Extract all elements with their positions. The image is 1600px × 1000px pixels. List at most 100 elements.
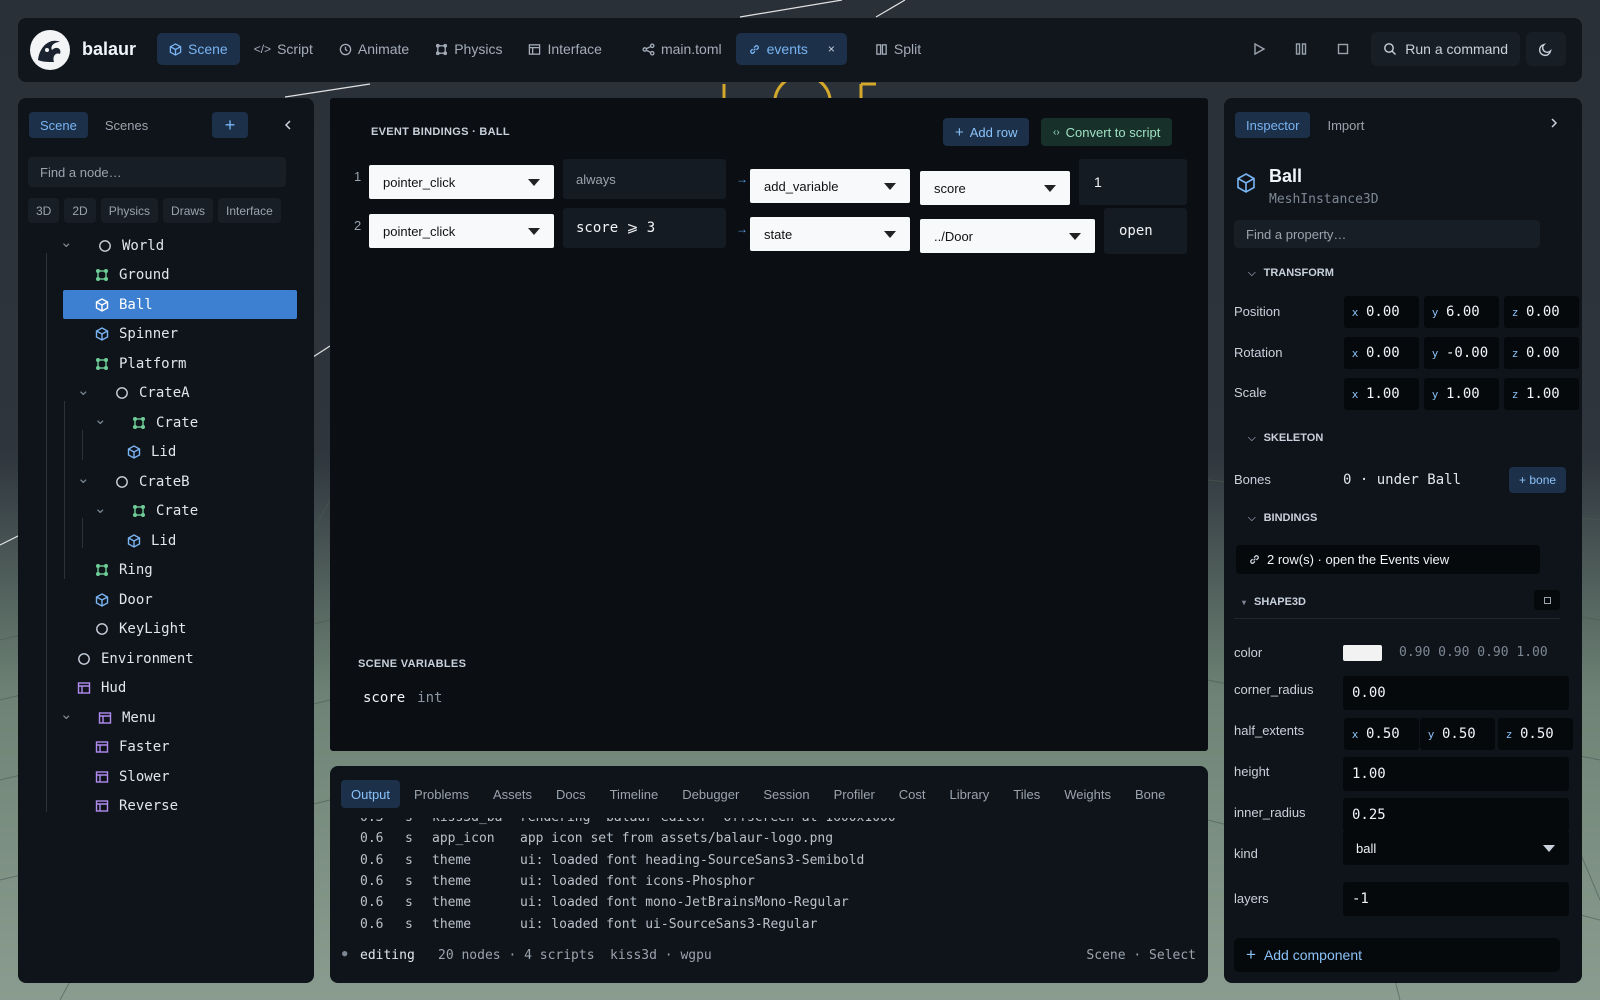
half-extents-y-field[interactable]: y 0.50: [1420, 718, 1495, 750]
condition-field[interactable]: always: [563, 159, 726, 199]
action-select[interactable]: add_variable: [750, 169, 910, 203]
tab-assets[interactable]: Assets: [483, 780, 542, 808]
tree-node-world[interactable]: World: [98, 231, 164, 260]
scale-x-field[interactable]: x 1.00: [1344, 378, 1419, 410]
tree-node-menu[interactable]: Menu: [98, 703, 156, 732]
rotation-x-field[interactable]: x 0.00: [1344, 337, 1419, 369]
kind-select[interactable]: ball: [1343, 831, 1569, 865]
tab-profiler[interactable]: Profiler: [824, 780, 885, 808]
pause-button[interactable]: [1283, 32, 1319, 66]
tab-problems[interactable]: Problems: [404, 780, 479, 808]
chevron-down-icon[interactable]: ⌄: [77, 469, 90, 487]
value-field[interactable]: open: [1104, 208, 1187, 254]
tree-node-reverse[interactable]: Reverse: [95, 792, 178, 821]
open-events-view-link[interactable]: 2 row(s) · open the Events view: [1236, 545, 1540, 574]
scene-variable-row[interactable]: score int: [363, 690, 442, 706]
add-node-button[interactable]: +: [212, 112, 248, 138]
tree-node-crate[interactable]: Crate: [132, 497, 198, 526]
tab-script[interactable]: </> Script: [242, 33, 325, 65]
tab-scenes[interactable]: Scenes: [94, 112, 159, 138]
chevron-down-icon[interactable]: ⌄: [60, 705, 73, 723]
tree-node-lid[interactable]: Lid: [127, 526, 176, 555]
close-tab-icon[interactable]: ×: [828, 42, 835, 56]
find-node-input[interactable]: [28, 157, 286, 187]
action-select[interactable]: state: [750, 217, 910, 251]
collapse-panel-button[interactable]: [276, 112, 300, 138]
tree-node-slower[interactable]: Slower: [95, 762, 170, 791]
scale-z-field[interactable]: z 1.00: [1504, 378, 1579, 410]
command-palette-button[interactable]: Run a command: [1371, 32, 1520, 66]
tab-output[interactable]: Output: [341, 780, 401, 808]
tab-events[interactable]: events ×: [735, 33, 847, 65]
tab-inspector[interactable]: Inspector: [1235, 112, 1311, 138]
half-extents-z-field[interactable]: z 0.50: [1498, 718, 1573, 750]
half-extents-x-field[interactable]: x 0.50: [1344, 718, 1419, 750]
position-y-field[interactable]: y 6.00: [1424, 296, 1499, 328]
rotation-y-field[interactable]: y -0.00: [1424, 337, 1499, 369]
add-component-button[interactable]: + Add component: [1234, 938, 1560, 972]
chevron-down-icon[interactable]: ⌄: [94, 499, 107, 517]
tree-node-door[interactable]: Door: [95, 585, 153, 614]
scale-y-field[interactable]: y 1.00: [1424, 378, 1499, 410]
collapse-inspector-button[interactable]: [1548, 116, 1560, 132]
filter-2d[interactable]: 2D: [64, 198, 96, 223]
filter-interface[interactable]: Interface: [218, 198, 281, 223]
tab-timeline[interactable]: Timeline: [600, 780, 669, 808]
tree-node-hud[interactable]: Hud: [77, 674, 126, 703]
tab-session[interactable]: Session: [753, 780, 819, 808]
tab-animate[interactable]: Animate: [327, 33, 421, 65]
value-field[interactable]: 1: [1079, 159, 1187, 205]
trigger-select[interactable]: pointer_click: [369, 214, 554, 248]
theme-toggle-button[interactable]: [1526, 32, 1566, 66]
transform-section-header[interactable]: ⌵ TRANSFORM: [1248, 267, 1334, 279]
tree-node-ring[interactable]: Ring: [95, 556, 153, 585]
tree-node-crateb[interactable]: CrateB: [115, 467, 190, 496]
bindings-section-header[interactable]: ⌵ BINDINGS: [1248, 512, 1317, 524]
color-swatch[interactable]: [1343, 645, 1382, 661]
tree-node-environment[interactable]: Environment: [77, 644, 194, 673]
filter-3d[interactable]: 3D: [28, 198, 60, 223]
tree-node-keylight[interactable]: KeyLight: [95, 615, 186, 644]
tree-node-ball[interactable]: Ball: [63, 290, 297, 319]
filter-physics[interactable]: Physics: [100, 198, 159, 223]
tree-node-lid[interactable]: Lid: [127, 438, 176, 467]
layers-field[interactable]: -1: [1343, 882, 1569, 916]
filter-draws[interactable]: Draws: [163, 198, 214, 223]
tab-debugger[interactable]: Debugger: [672, 780, 749, 808]
tree-node-crate[interactable]: Crate: [132, 408, 198, 437]
tree-node-ground[interactable]: Ground: [95, 261, 170, 290]
tab-import[interactable]: Import: [1316, 112, 1375, 138]
chevron-down-icon[interactable]: ⌄: [77, 381, 90, 399]
tab-scene[interactable]: Scene: [157, 33, 240, 65]
tree-node-spinner[interactable]: Spinner: [95, 320, 178, 349]
tab-tiles[interactable]: Tiles: [1003, 780, 1050, 808]
skeleton-section-header[interactable]: ⌵ SKELETON: [1248, 432, 1323, 444]
chevron-down-icon[interactable]: ⌄: [94, 410, 107, 428]
tab-interface[interactable]: Interface: [516, 33, 613, 65]
play-button[interactable]: [1241, 32, 1277, 66]
tab-cost[interactable]: Cost: [889, 780, 936, 808]
tab-scene-tree[interactable]: Scene: [29, 112, 88, 138]
tab-split[interactable]: Split: [863, 33, 933, 65]
height-field[interactable]: 1.00: [1343, 757, 1569, 791]
tab-bone[interactable]: Bone: [1125, 780, 1175, 808]
condition-field[interactable]: score ⩾ 3: [563, 208, 726, 248]
trigger-select[interactable]: pointer_click: [369, 165, 554, 199]
tab-main-toml[interactable]: main.toml: [630, 33, 734, 65]
stop-button[interactable]: [1325, 32, 1361, 66]
target-select[interactable]: ../Door: [920, 219, 1095, 253]
tab-docs[interactable]: Docs: [546, 780, 596, 808]
inner-radius-field[interactable]: 0.25: [1343, 798, 1569, 832]
add-row-button[interactable]: + Add row: [943, 118, 1030, 146]
chevron-down-icon[interactable]: ⌄: [60, 233, 73, 251]
corner-radius-field[interactable]: 0.00: [1343, 676, 1569, 710]
tab-physics[interactable]: Physics: [423, 33, 514, 65]
rotation-z-field[interactable]: z 0.00: [1504, 337, 1579, 369]
convert-to-script-button[interactable]: ‹› Convert to script: [1041, 118, 1173, 146]
target-select[interactable]: score: [920, 171, 1070, 205]
tab-library[interactable]: Library: [940, 780, 1000, 808]
shape3d-section-header[interactable]: ▾ SHAPE3D: [1242, 596, 1306, 608]
tab-weights[interactable]: Weights: [1054, 780, 1121, 808]
tree-node-faster[interactable]: Faster: [95, 733, 170, 762]
add-bone-button[interactable]: + bone: [1509, 467, 1567, 493]
